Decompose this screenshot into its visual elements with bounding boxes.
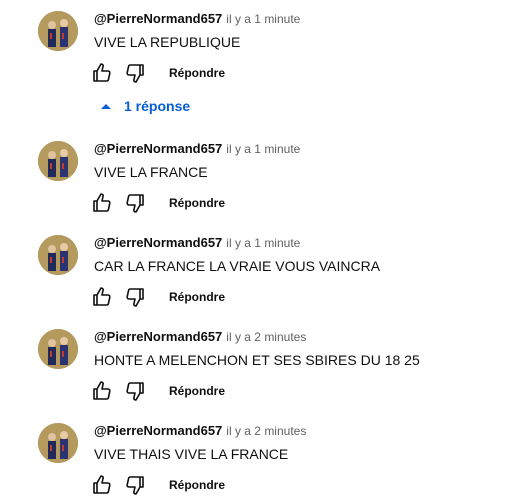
comment-timestamp[interactable]: il y a 1 minute [226, 12, 300, 26]
like-button[interactable] [90, 61, 114, 85]
comment-timestamp[interactable]: il y a 1 minute [226, 142, 300, 156]
avatar[interactable] [38, 141, 78, 181]
comment-header: @PierreNormand657 il y a 1 minute [94, 141, 300, 157]
like-button[interactable] [90, 473, 114, 497]
thumb-up-icon [93, 193, 111, 212]
like-button[interactable] [90, 379, 114, 403]
thumb-up-icon [93, 475, 111, 494]
comment-text: HONTE A MELENCHON ET SES SBIRES DU 18 25 [94, 352, 420, 368]
caret-up-icon [101, 104, 111, 109]
like-button[interactable] [90, 285, 114, 309]
reply-button[interactable]: Répondre [169, 64, 225, 82]
comment-timestamp[interactable]: il y a 2 minutes [226, 330, 306, 344]
comment-text: VIVE THAIS VIVE LA FRANCE [94, 446, 289, 462]
comment-header: @PierreNormand657 il y a 2 minutes [94, 423, 306, 439]
avatar[interactable] [38, 235, 78, 275]
reply-button[interactable]: Répondre [169, 288, 225, 306]
thumb-down-icon [126, 64, 144, 83]
avatar[interactable] [38, 11, 78, 51]
like-button[interactable] [90, 191, 114, 215]
thumb-down-icon [126, 194, 144, 213]
avatar[interactable] [38, 423, 78, 463]
dislike-button[interactable] [123, 61, 147, 85]
dislike-button[interactable] [123, 191, 147, 215]
comment-timestamp[interactable]: il y a 2 minutes [226, 424, 306, 438]
thumb-up-icon [93, 381, 111, 400]
reply-button[interactable]: Répondre [169, 382, 225, 400]
comment-header: @PierreNormand657 il y a 1 minute [94, 235, 300, 251]
dislike-button[interactable] [123, 379, 147, 403]
author-name[interactable]: @PierreNormand657 [94, 329, 222, 344]
thumb-up-icon [93, 287, 111, 306]
author-name[interactable]: @PierreNormand657 [94, 11, 222, 26]
reply-button[interactable]: Répondre [169, 194, 225, 212]
comment-text: VIVE LA FRANCE [94, 164, 208, 180]
thumb-down-icon [126, 382, 144, 401]
thumb-down-icon [126, 476, 144, 495]
author-name[interactable]: @PierreNormand657 [94, 235, 222, 250]
thumb-up-icon [93, 63, 111, 82]
author-name[interactable]: @PierreNormand657 [94, 141, 222, 156]
author-name[interactable]: @PierreNormand657 [94, 423, 222, 438]
thumb-down-icon [126, 288, 144, 307]
avatar[interactable] [38, 329, 78, 369]
dislike-button[interactable] [123, 473, 147, 497]
comment-text: VIVE LA REPUBLIQUE [94, 34, 241, 50]
replies-count-label: 1 réponse [124, 98, 191, 114]
dislike-button[interactable] [123, 285, 147, 309]
comment-header: @PierreNormand657 il y a 1 minute [94, 11, 300, 27]
comment-header: @PierreNormand657 il y a 2 minutes [94, 329, 306, 345]
reply-button[interactable]: Répondre [169, 476, 225, 494]
comment-text: CAR LA FRANCE LA VRAIE VOUS VAINCRA [94, 258, 381, 274]
comment-timestamp[interactable]: il y a 1 minute [226, 236, 300, 250]
